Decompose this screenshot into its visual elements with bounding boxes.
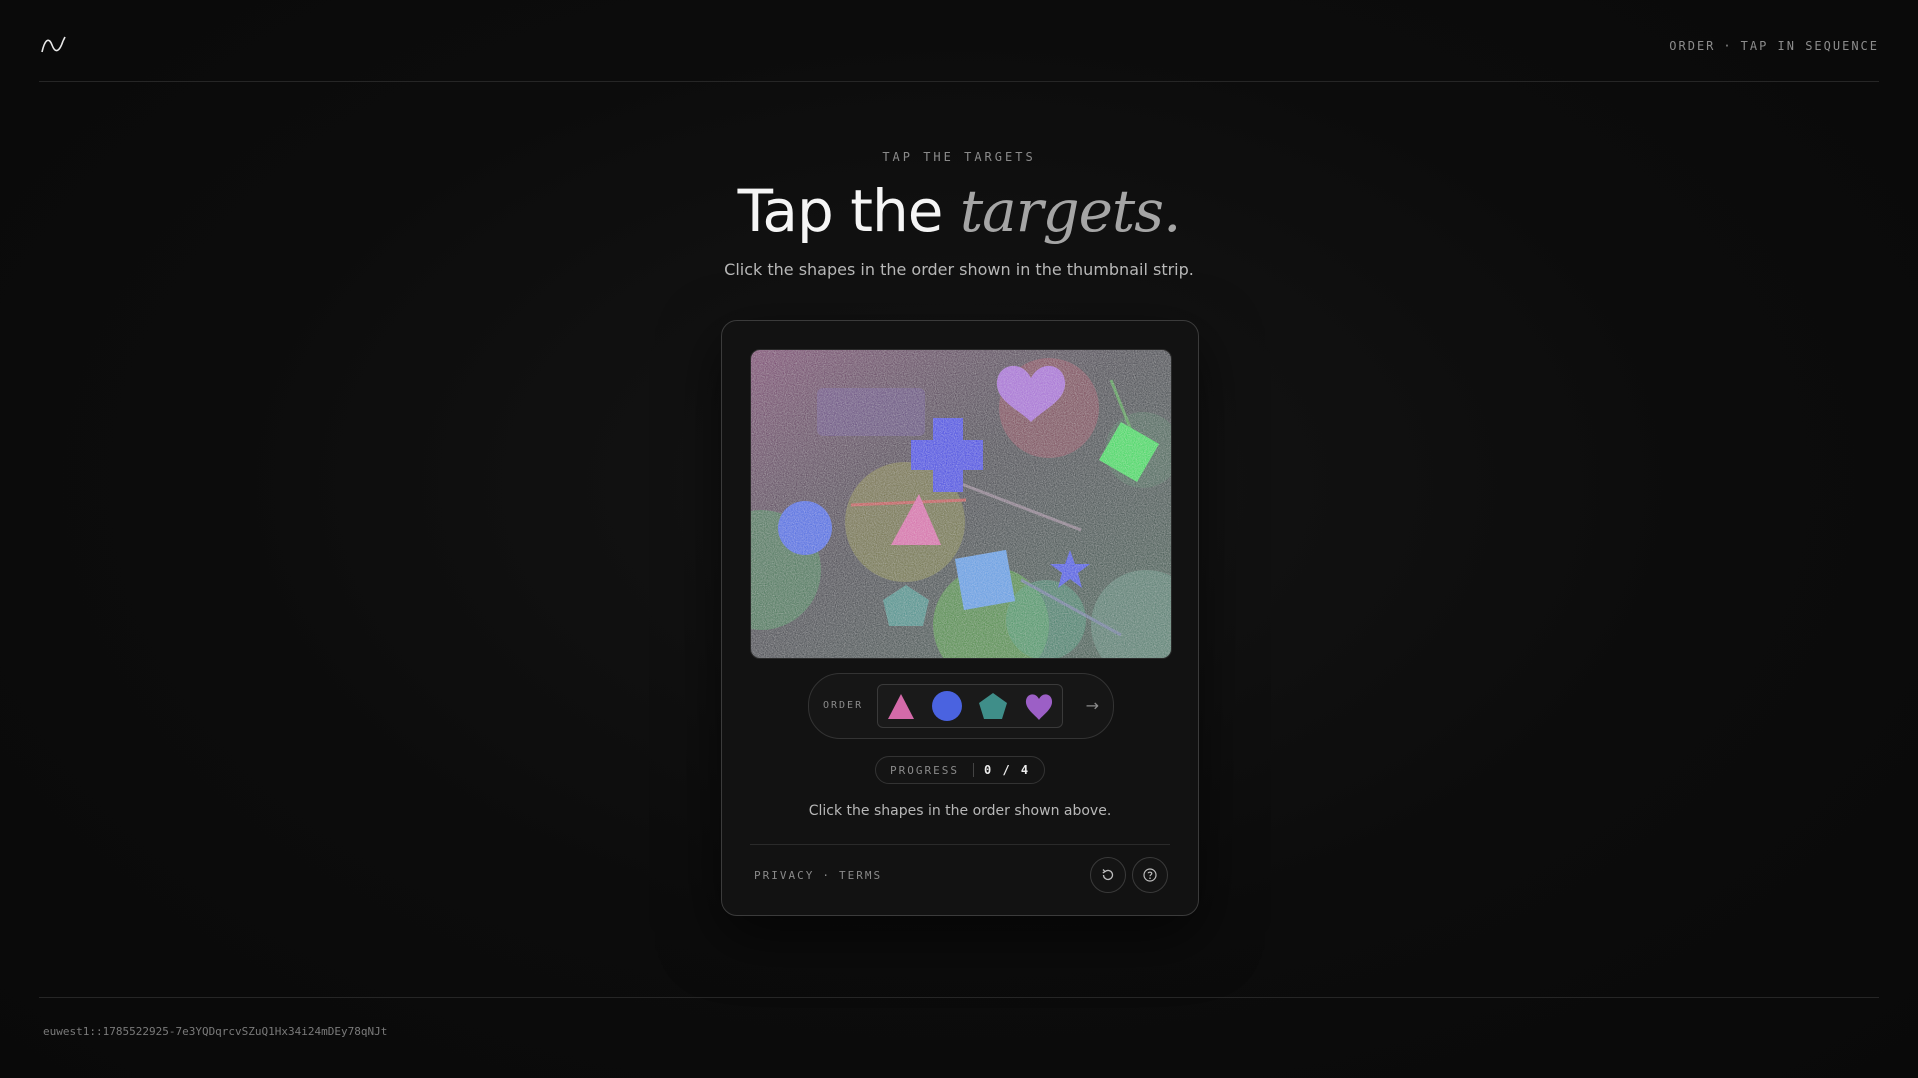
decoy-rect: [817, 388, 925, 436]
separator-dot: ·: [1723, 39, 1733, 53]
terms-link[interactable]: TERMS: [839, 869, 882, 882]
privacy-link[interactable]: PRIVACY: [754, 869, 814, 882]
heart-icon: [1025, 694, 1053, 720]
progress-value: 0 / 4: [984, 763, 1031, 777]
order-strip: ORDER →: [808, 673, 1114, 739]
mode-indicator: ORDER · TAP IN SEQUENCE: [1669, 39, 1879, 53]
wave-logo-icon[interactable]: [41, 35, 67, 55]
decoy-blob: [1006, 580, 1086, 658]
bottom-divider: [39, 997, 1879, 998]
session-id: euwest1::1785522925-7e3YQDqrcvSZuQ1Hx34i…: [43, 1025, 388, 1038]
mode-instruction: TAP IN SEQUENCE: [1740, 39, 1879, 53]
help-icon: [1143, 868, 1157, 882]
page-title: Tap the targets.: [0, 176, 1918, 246]
captcha-card: ORDER → PROGRESS 0 / 4 Click the shapes …: [721, 320, 1199, 916]
progress-label: PROGRESS: [890, 764, 959, 777]
help-button[interactable]: [1132, 857, 1168, 893]
pentagon-icon: [979, 693, 1007, 719]
order-label: ORDER: [823, 700, 864, 711]
footer-links: PRIVACY · TERMS: [754, 869, 882, 882]
progress-separator: [973, 763, 974, 777]
mode-label: ORDER: [1669, 39, 1716, 53]
arrow-right-icon: →: [1085, 696, 1099, 715]
circle-icon: [932, 691, 962, 721]
reload-icon: [1102, 869, 1114, 881]
target-circle[interactable]: [778, 501, 832, 555]
challenge-canvas[interactable]: [750, 349, 1172, 659]
challenge-instruction: Click the shapes in the order shown abov…: [808, 803, 1112, 819]
title-emphasis: targets.: [959, 177, 1182, 245]
progress-indicator: PROGRESS 0 / 4: [875, 756, 1045, 784]
target-square[interactable]: [954, 549, 1016, 611]
separator-dot: ·: [822, 869, 831, 882]
eyebrow: TAP THE TARGETS: [882, 150, 1036, 164]
page-subtitle: Click the shapes in the order shown in t…: [724, 260, 1194, 279]
top-bar: ORDER · TAP IN SEQUENCE: [39, 0, 1879, 82]
triangle-icon: [888, 694, 914, 719]
card-divider: [750, 844, 1170, 845]
thumbnail-strip: [877, 684, 1063, 728]
title-plain: Tap the: [737, 177, 960, 245]
reload-button[interactable]: [1090, 857, 1126, 893]
